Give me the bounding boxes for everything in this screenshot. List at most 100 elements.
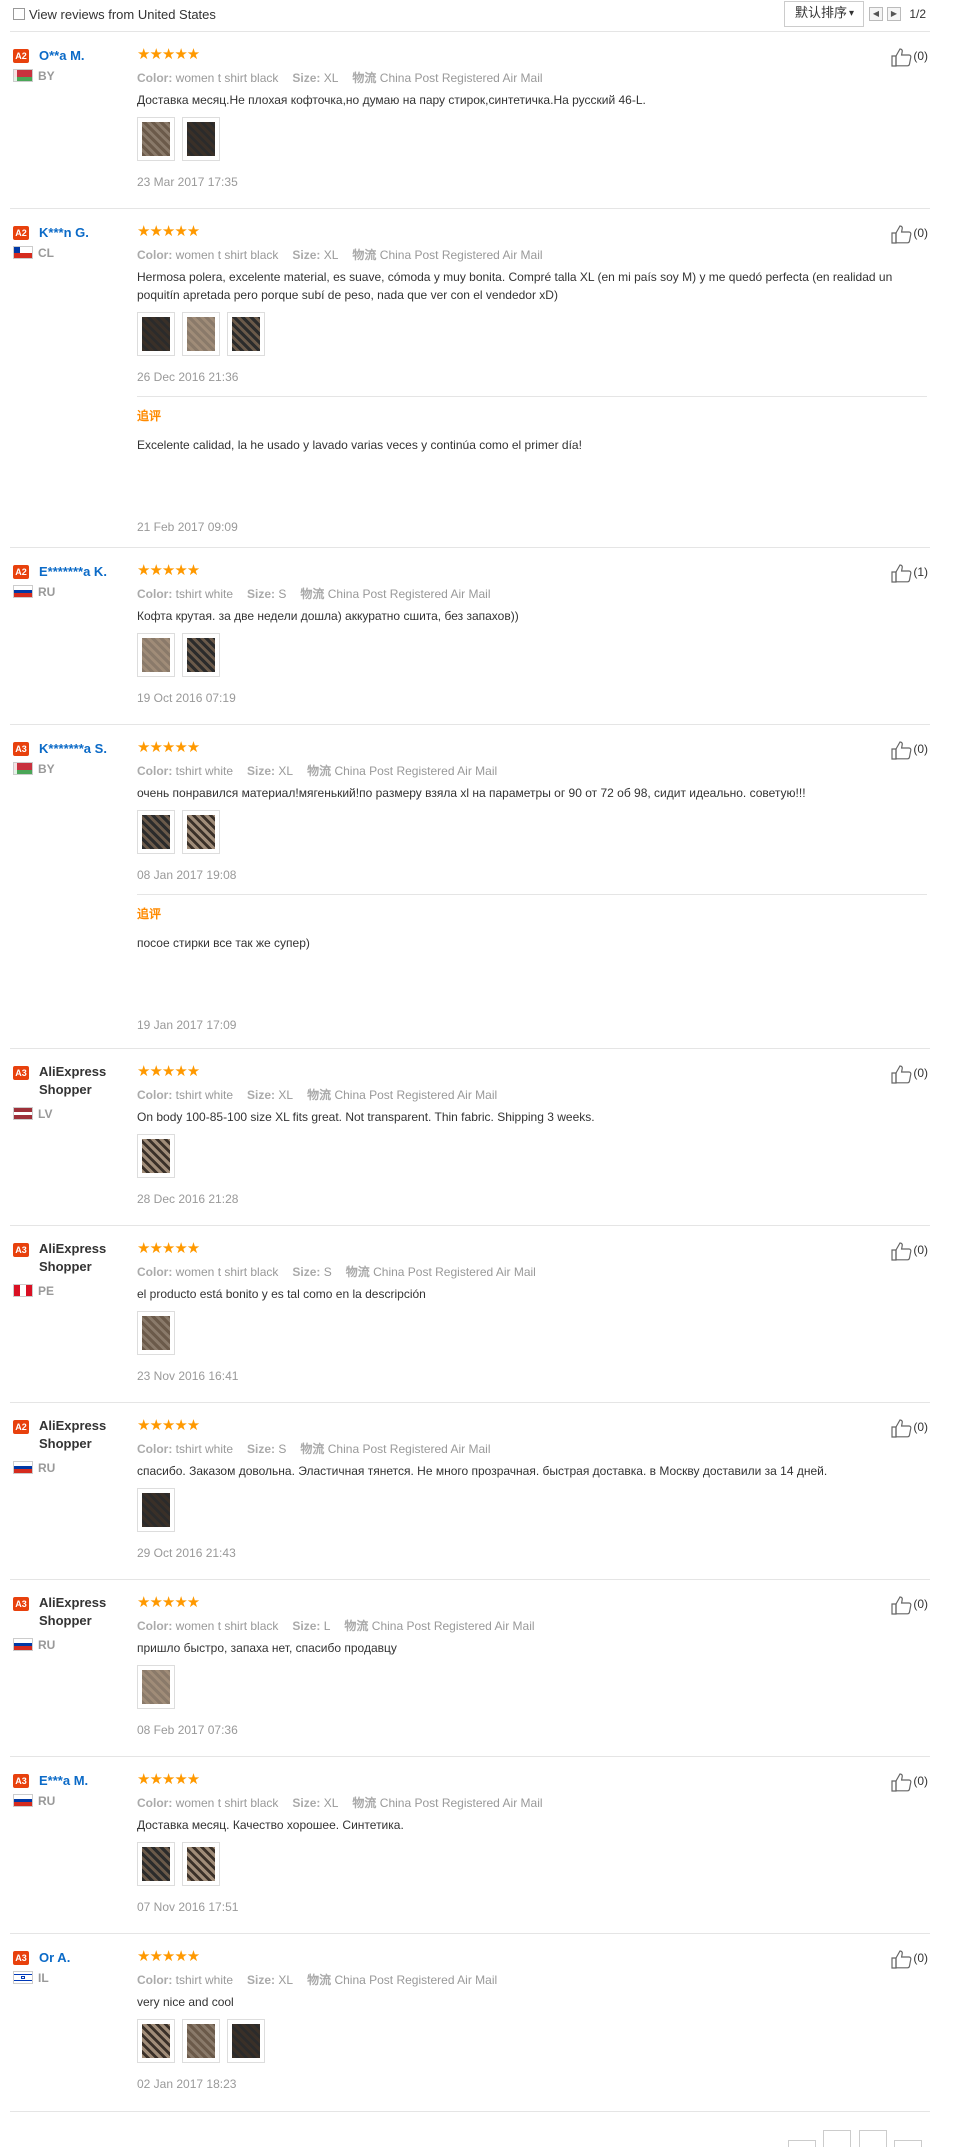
thumbs-up-icon[interactable] (891, 1773, 913, 1792)
reviews-container: A2 O**a M. BY ★★★★★ Color: women t shirt bla… (10, 32, 930, 2112)
review-text: el producto está bonito y es tal como en… (137, 1287, 426, 1301)
pager-prev-button[interactable]: ‹ (787, 2140, 816, 2147)
thumbs-up-icon[interactable] (891, 741, 913, 760)
shipping-value: China Post Registered Air Mail (371, 1619, 535, 1633)
thumbs-up-icon[interactable] (891, 1419, 913, 1438)
helpful-button[interactable]: (0) (891, 1949, 928, 1969)
review-photo[interactable] (137, 1311, 175, 1355)
reviewer-name[interactable]: K***n G. (39, 225, 89, 240)
helpful-count: (0) (913, 742, 928, 757)
thumbs-up-icon[interactable] (891, 225, 913, 244)
level-badge: A3 (13, 1243, 29, 1257)
color-label: Color: (137, 248, 173, 262)
us-filter-checkbox[interactable] (13, 8, 25, 20)
helpful-count: (0) (913, 49, 928, 64)
helpful-button[interactable]: (0) (891, 740, 928, 760)
followup-date: 19 Jan 2017 17:09 (137, 1018, 237, 1032)
feedback-toolbar: View reviews from United States 默认排序 ▾ ◀… (10, 0, 930, 32)
review-body: ★★★★★ Color: women t shirt black Size: XL 物… (137, 1771, 927, 1914)
shipping-label: 物流 (307, 764, 332, 778)
level-badge: A3 (13, 742, 29, 756)
reviewer-name[interactable]: O**a M. (39, 48, 85, 63)
reviewer-name[interactable]: Or A. (39, 1950, 70, 1965)
level-badge: A2 (13, 226, 29, 240)
review-photo[interactable] (182, 117, 220, 161)
thumbs-up-icon[interactable] (891, 1596, 913, 1615)
review-text: Доставка месяц. Качество хорошее. Синтет… (137, 1818, 404, 1832)
reviewer-name[interactable]: K*******a S. (39, 741, 107, 756)
thumbs-up-icon[interactable] (891, 1065, 913, 1084)
review-body: ★★★★★ Color: tshirt white Size: XL 物流 China… (137, 1948, 927, 2091)
helpful-button[interactable]: (0) (891, 224, 928, 244)
order-info: Color: women t shirt black Size: S 物流 Chin… (137, 1263, 927, 1281)
review-photo[interactable] (137, 810, 175, 854)
prev-page-icon[interactable]: ◀ (869, 7, 883, 21)
review-photo[interactable] (137, 1488, 175, 1532)
review-photo[interactable] (182, 312, 220, 356)
thumbs-up-icon[interactable] (891, 1242, 913, 1261)
thumbs-up-icon[interactable] (891, 1950, 913, 1969)
level-badge: A3 (13, 1951, 29, 1965)
color-value: women t shirt black (175, 71, 279, 85)
reviewer-name: AliExpress Shopper (39, 1064, 107, 1097)
review-photo[interactable] (137, 633, 175, 677)
review-photo[interactable] (182, 1842, 220, 1886)
review-photo[interactable] (137, 1842, 175, 1886)
review-photo[interactable] (137, 1134, 175, 1178)
sort-dropdown[interactable]: 默认排序 ▾ (784, 1, 864, 27)
order-info: Color: tshirt white Size: XL 物流 China Post… (137, 762, 927, 780)
thumbs-up-icon[interactable] (891, 564, 913, 583)
review-photo[interactable] (182, 810, 220, 854)
reviewer-name[interactable]: E*******a K. (39, 564, 107, 579)
color-value: women t shirt black (175, 248, 279, 262)
helpful-button[interactable]: (0) (891, 1241, 928, 1261)
followup-divider (137, 396, 927, 397)
reviewer-name[interactable]: E***a M. (39, 1773, 88, 1788)
shipping-label: 物流 (344, 1619, 369, 1633)
country-code: RU (38, 1794, 56, 1808)
review-photos (137, 810, 927, 854)
review-photo[interactable] (137, 312, 175, 356)
star-rating: ★★★★★ (137, 46, 200, 63)
helpful-count: (0) (913, 1066, 928, 1081)
pager-next-button[interactable]: › (894, 2140, 922, 2147)
shipping-value: China Post Registered Air Mail (379, 248, 543, 262)
review-photo[interactable] (137, 2019, 175, 2063)
review-photo[interactable] (137, 117, 175, 161)
helpful-button[interactable]: (0) (891, 1418, 928, 1438)
review-item: A3 K*******a S. BY ★★★★★ Color: tshirt white… (10, 725, 930, 1049)
color-value: tshirt white (175, 1442, 234, 1456)
us-filter-label[interactable]: View reviews from United States (29, 7, 216, 22)
page-indicator: 1/2 (909, 7, 926, 21)
helpful-count: (0) (913, 1243, 928, 1258)
size-label: Size: (292, 1265, 321, 1279)
review-photo[interactable] (227, 312, 265, 356)
review-photo[interactable] (137, 1665, 175, 1709)
level-badge: A2 (13, 1420, 29, 1434)
pager-page-button[interactable] (823, 2130, 852, 2147)
shipping-value: China Post Registered Air Mail (379, 71, 543, 85)
thumbs-up-icon[interactable] (891, 48, 913, 67)
review-photo[interactable] (182, 2019, 220, 2063)
helpful-button[interactable]: (0) (891, 1595, 928, 1615)
review-photo[interactable] (182, 633, 220, 677)
review-text: спасибо. Заказом довольна. Эластичная тя… (137, 1464, 828, 1478)
size-value: L (323, 1619, 331, 1633)
helpful-button[interactable]: (0) (891, 1772, 928, 1792)
sort-label: 默认排序 (795, 6, 848, 21)
followup-divider (137, 894, 927, 895)
helpful-button[interactable]: (0) (891, 47, 928, 67)
shipping-label: 物流 (352, 1796, 377, 1810)
reviewer-country: BY (13, 762, 55, 776)
pager-page-button[interactable] (858, 2130, 887, 2147)
star-rating: ★★★★★ (137, 1594, 200, 1611)
helpful-button[interactable]: (0) (891, 1064, 928, 1084)
helpful-button[interactable]: (1) (891, 563, 928, 583)
shipping-value: China Post Registered Air Mail (334, 764, 498, 778)
next-page-icon[interactable]: ▶ (887, 7, 901, 21)
star-rating: ★★★★★ (137, 1240, 200, 1257)
followup-label: 追评 (137, 907, 162, 921)
review-body: ★★★★★ Color: tshirt white Size: S 物流 China … (137, 1417, 927, 1560)
review-photo[interactable] (227, 2019, 265, 2063)
size-label: Size: (247, 1442, 276, 1456)
